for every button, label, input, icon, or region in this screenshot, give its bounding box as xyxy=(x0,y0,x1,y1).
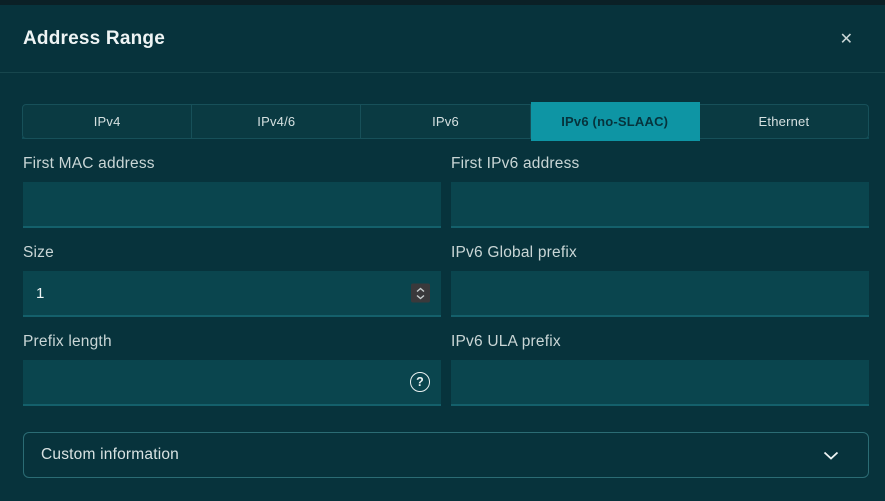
prefix-length-box: ? xyxy=(23,360,441,406)
modal-title: Address Range xyxy=(23,28,165,50)
field-first-mac-address: First MAC address xyxy=(23,155,441,228)
ipv6-global-prefix-label: IPv6 Global prefix xyxy=(451,244,869,262)
modal-content: IPv4 IPv4/6 IPv6 IPv6 (no-SLAAC) Etherne… xyxy=(0,104,885,139)
tab-ipv4[interactable]: IPv4 xyxy=(22,104,192,139)
field-ipv6-ula-prefix: IPv6 ULA prefix xyxy=(451,333,869,406)
custom-information-label: Custom information xyxy=(41,446,179,464)
first-ipv6-address-label: First IPv6 address xyxy=(451,155,869,173)
ipv6-ula-prefix-box xyxy=(451,360,869,406)
modal-header: Address Range ✕ xyxy=(0,5,885,73)
tab-ethernet[interactable]: Ethernet xyxy=(700,104,869,139)
first-mac-address-label: First MAC address xyxy=(23,155,441,173)
custom-information-toggle[interactable]: Custom information xyxy=(23,432,869,478)
form-grid: First MAC address First IPv6 address Siz… xyxy=(0,139,885,406)
field-first-ipv6-address: First IPv6 address xyxy=(451,155,869,228)
quantity-stepper[interactable] xyxy=(411,284,430,303)
prefix-length-label: Prefix length xyxy=(23,333,441,351)
chevron-up-icon xyxy=(416,287,425,292)
help-icon[interactable]: ? xyxy=(410,372,430,392)
size-label: Size xyxy=(23,244,441,262)
size-box xyxy=(23,271,441,317)
size-input[interactable] xyxy=(23,271,441,315)
first-ipv6-address-input[interactable] xyxy=(451,182,869,226)
ipv6-global-prefix-input[interactable] xyxy=(451,271,869,315)
prefix-length-input[interactable] xyxy=(23,360,441,404)
first-mac-address-box xyxy=(23,182,441,228)
tab-bar: IPv4 IPv4/6 IPv6 IPv6 (no-SLAAC) Etherne… xyxy=(22,104,869,139)
ipv6-global-prefix-box xyxy=(451,271,869,317)
chevron-down-icon xyxy=(823,451,839,460)
close-icon[interactable]: ✕ xyxy=(836,27,857,51)
field-ipv6-global-prefix: IPv6 Global prefix xyxy=(451,244,869,317)
chevron-down-icon xyxy=(416,294,425,299)
field-size: Size xyxy=(23,244,441,317)
address-range-modal: Address Range ✕ IPv4 IPv4/6 IPv6 IPv6 (n… xyxy=(0,5,885,501)
tab-ipv6-no-slaac[interactable]: IPv6 (no-SLAAC) xyxy=(531,102,700,141)
first-mac-address-input[interactable] xyxy=(23,182,441,226)
tab-ipv6[interactable]: IPv6 xyxy=(361,104,530,139)
field-prefix-length: Prefix length ? xyxy=(23,333,441,406)
ipv6-ula-prefix-input[interactable] xyxy=(451,360,869,404)
first-ipv6-address-box xyxy=(451,182,869,228)
ipv6-ula-prefix-label: IPv6 ULA prefix xyxy=(451,333,869,351)
tab-ipv4-6[interactable]: IPv4/6 xyxy=(192,104,361,139)
